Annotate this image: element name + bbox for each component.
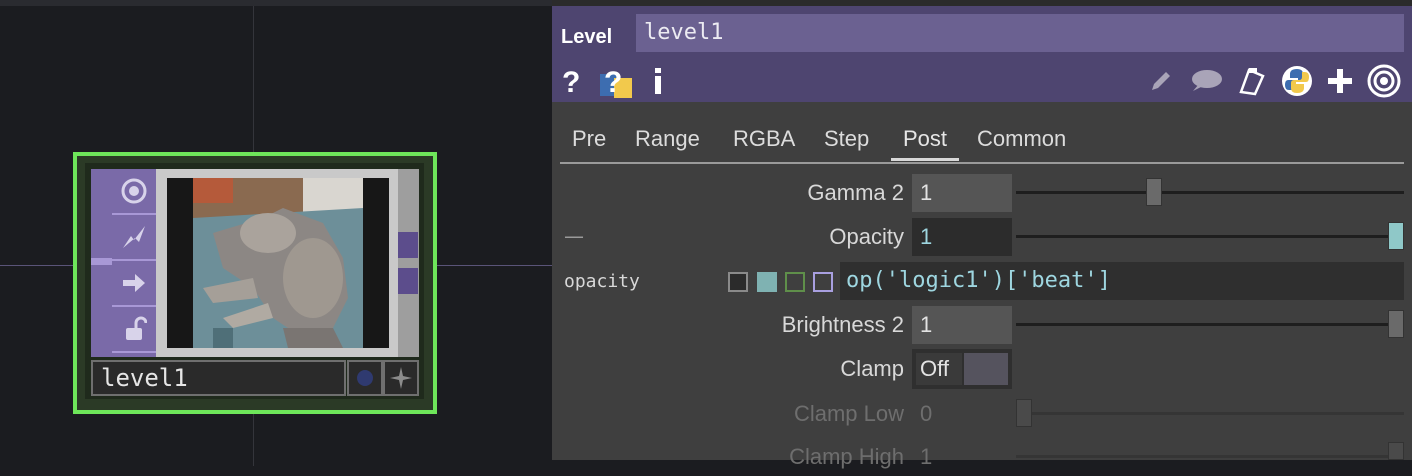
cook-star-icon[interactable] [383,360,419,396]
opacity-label: Opacity [829,224,904,249]
viewer-dot-icon[interactable] [347,360,383,396]
gamma2-field[interactable]: 1 [912,174,1012,212]
clamp-low-slider-handle[interactable] [1016,399,1032,427]
arrow-right-icon[interactable] [112,261,156,307]
lock-open-icon[interactable] [112,307,156,353]
svg-text:?: ? [562,66,580,96]
operator-name-field[interactable]: level1 [636,14,1404,52]
clamp-toggle-knob[interactable] [964,353,1008,385]
node-input-connector[interactable] [91,258,112,265]
export-mode-icon[interactable] [785,272,805,292]
parameter-panel: Level level1 ? ? Pre Range RGBA Step Pos… [552,0,1412,469]
node-output-port[interactable] [398,268,418,294]
help-icon[interactable]: ? [560,64,584,98]
tab-common[interactable]: Common [977,122,1066,158]
tab-post[interactable]: Post [891,122,960,161]
bolt-icon[interactable] [112,215,156,261]
opacity-expression-field[interactable]: op('logic1')['beat'] [840,262,1404,300]
expression-param-name: opacity [564,271,640,292]
clamp-toggle[interactable]: Off [912,349,1012,389]
clamp-high-slider-handle[interactable] [1388,442,1404,460]
clipboard-icon[interactable] [1234,64,1268,98]
add-icon[interactable] [1326,64,1354,98]
brightness2-slider-handle[interactable] [1388,310,1404,338]
gamma2-slider-handle[interactable] [1146,178,1163,206]
clamp-low-slider-track[interactable] [1016,412,1404,415]
cat-image-preview [193,178,363,348]
opacity-slider-track[interactable] [1016,235,1404,238]
svg-text:?: ? [604,66,622,98]
node-name-label[interactable]: level1 [91,360,346,396]
tab-rgba[interactable]: RGBA [733,122,795,158]
comment-icon[interactable] [1188,64,1224,98]
bind-mode-icon[interactable] [813,272,833,292]
gamma2-slider-track[interactable] [1016,191,1404,194]
target-icon[interactable] [1366,64,1402,98]
node-output-strip [398,169,419,357]
tab-pre[interactable]: Pre [572,122,606,158]
parameter-tabs: Pre Range RGBA Step Post Common [560,122,1404,164]
expression-mode-icon[interactable] [757,272,777,292]
clamp-high-field[interactable]: 1 [912,438,1012,476]
clamp-high-slider-track[interactable] [1016,455,1404,458]
gamma2-label: Gamma 2 [807,180,904,205]
brightness2-label: Brightness 2 [781,312,904,337]
target-icon[interactable] [112,169,156,215]
python-help-icon[interactable]: ? [598,64,634,98]
clamp-toggle-value: Off [916,353,962,385]
info-icon[interactable] [650,64,666,98]
brightness2-slider-track[interactable] [1016,323,1404,326]
edit-icon[interactable] [1146,64,1176,98]
clamp-low-label: Clamp Low [793,401,904,426]
python-icon[interactable] [1280,64,1314,98]
opacity-field[interactable]: 1 [912,218,1012,256]
constant-mode-icon[interactable] [728,272,748,292]
node-flag-column [112,169,156,357]
expression-mode-dash: — [564,224,584,248]
opacity-slider-handle[interactable] [1388,222,1404,250]
opacity-expression-row: opacity op('logic1')['beat'] [552,262,1412,300]
clamp-high-label: Clamp High [789,444,904,469]
tab-step[interactable]: Step [824,122,869,158]
tab-range[interactable]: Range [635,122,700,158]
clamp-label: Clamp [840,356,904,381]
operator-type-label: Level [561,26,613,48]
parameter-header: Level level1 ? ? [552,6,1412,102]
node-output-port[interactable] [398,232,418,258]
brightness2-field[interactable]: 1 [912,306,1012,344]
clamp-low-field[interactable]: 0 [912,395,1012,433]
